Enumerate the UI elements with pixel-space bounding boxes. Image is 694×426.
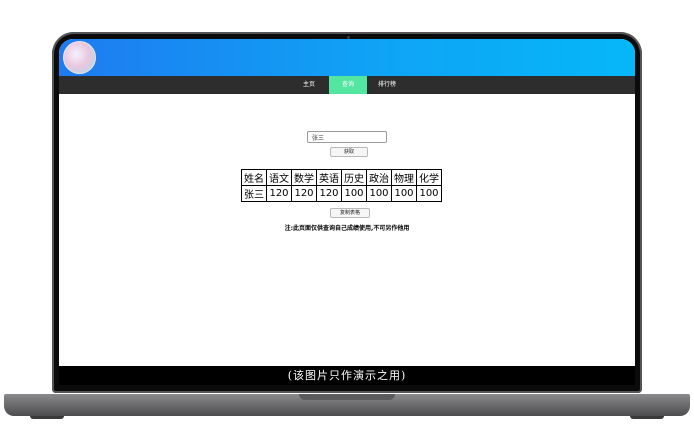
table-cell: 120: [316, 185, 342, 202]
usage-notice: 注:此页面仅供查询自己成绩使用,不可另作他用: [284, 225, 410, 232]
query-content: 获取 姓名 语文 数学 英语 历史 政治 物理 化学 张三 120 120 12…: [59, 94, 635, 366]
table-cell: 100: [366, 185, 392, 202]
laptop-foot-right: [630, 416, 664, 419]
copy-table-button[interactable]: 复制表格: [330, 208, 370, 218]
column-header: 英语: [316, 169, 342, 186]
site-header: [59, 39, 635, 76]
demo-caption: (该图片只作演示之用): [59, 366, 635, 385]
column-header: 数学: [291, 169, 317, 186]
column-header: 物理: [391, 169, 417, 186]
table-header-row: 姓名 语文 数学 英语 历史 政治 物理 化学: [241, 169, 442, 186]
fetch-button[interactable]: 获取: [330, 147, 368, 157]
name-input[interactable]: [307, 131, 387, 143]
table-cell: 120: [266, 185, 292, 202]
column-header: 姓名: [241, 169, 267, 186]
column-header: 历史: [341, 169, 367, 186]
column-header: 语文: [266, 169, 292, 186]
score-table: 姓名 语文 数学 英语 历史 政治 物理 化学 张三 120 120 120 1…: [241, 169, 442, 202]
nav-item-ranking[interactable]: 排行榜: [369, 76, 405, 94]
table-row: 张三 120 120 120 100 100 100 100: [241, 185, 442, 202]
nav-item-query[interactable]: 查询: [329, 76, 367, 94]
site-logo: [63, 41, 96, 74]
laptop-lid: 主页 查询 排行榜 获取 姓名 语文 数学 英语 历史 政治 物理 化学 张三: [52, 32, 642, 393]
laptop-notch: [299, 394, 395, 400]
nav-bar: 主页 查询 排行榜: [59, 76, 635, 94]
laptop-screen: 主页 查询 排行榜 获取 姓名 语文 数学 英语 历史 政治 物理 化学 张三: [59, 39, 635, 385]
table-cell: 100: [416, 185, 442, 202]
laptop-base: [4, 394, 690, 416]
table-cell: 120: [291, 185, 317, 202]
table-cell: 100: [341, 185, 367, 202]
table-cell: 100: [391, 185, 417, 202]
table-cell: 张三: [241, 185, 267, 202]
nav-item-home[interactable]: 主页: [291, 76, 327, 94]
column-header: 化学: [416, 169, 442, 186]
laptop-foot-left: [30, 416, 64, 419]
column-header: 政治: [366, 169, 392, 186]
